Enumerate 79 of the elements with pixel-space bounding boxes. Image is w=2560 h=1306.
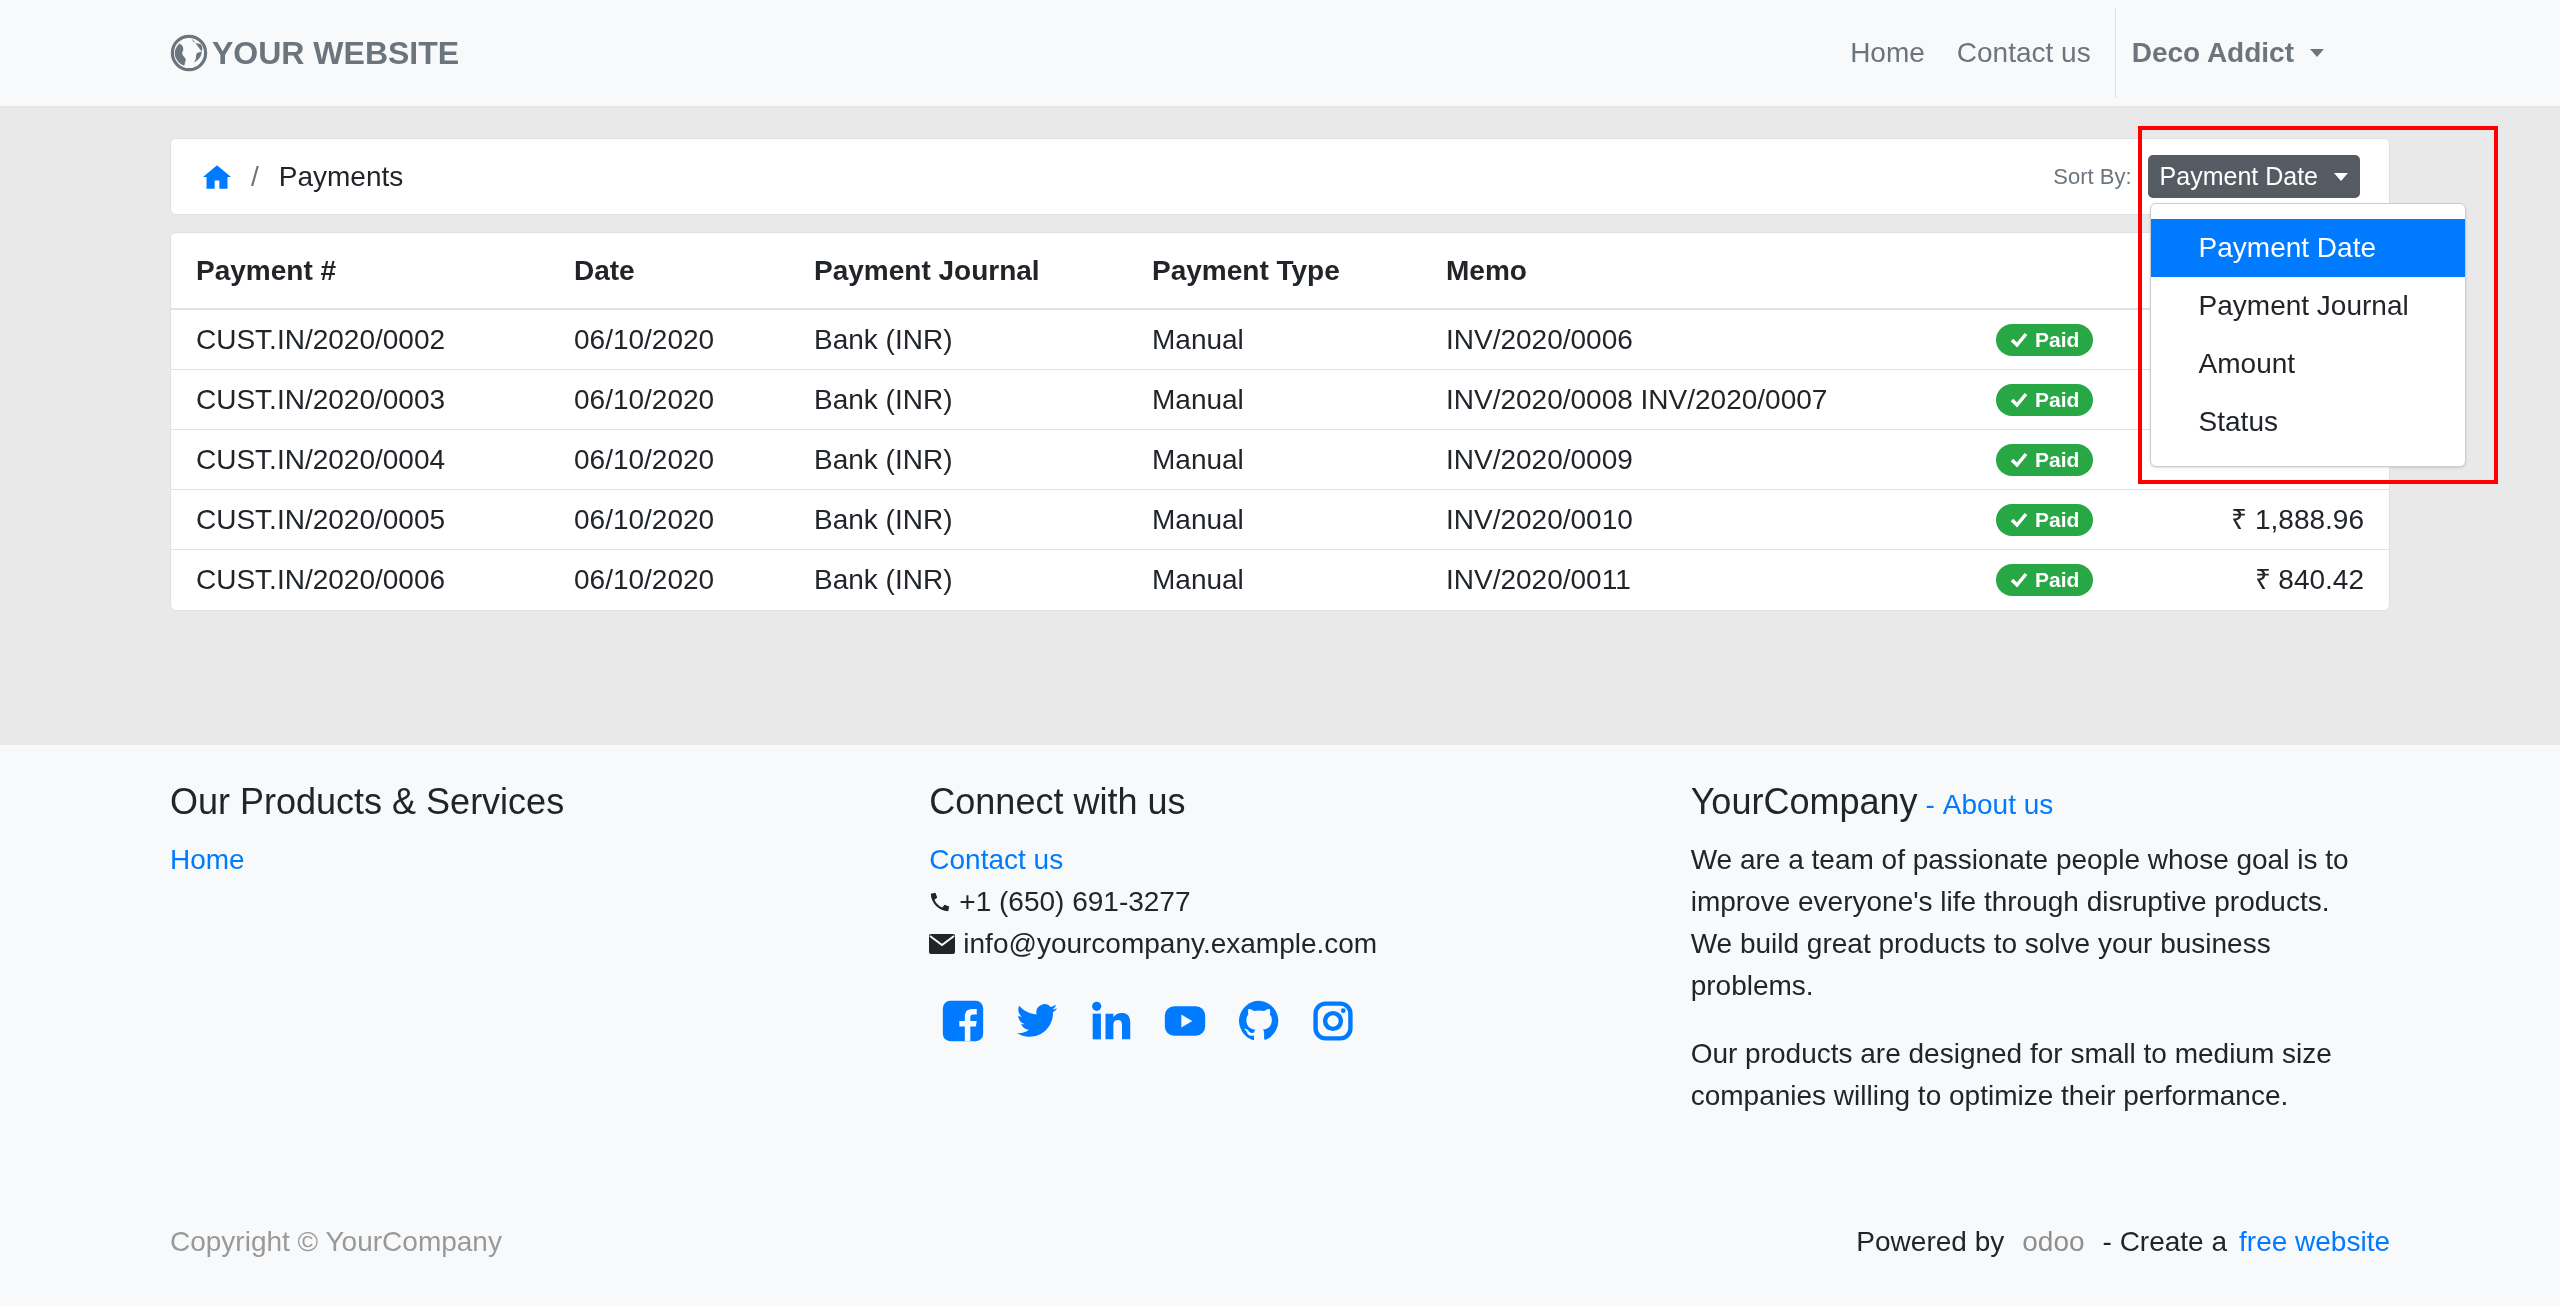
table-cell: 06/10/2020: [574, 503, 715, 535]
sort-dropdown-button[interactable]: Payment Date: [2147, 155, 2360, 198]
table-cell: 06/10/2020: [574, 383, 715, 415]
footer-heading: Connect with us: [929, 780, 1187, 824]
home-icon[interactable]: [203, 163, 231, 190]
table-cell: Manual: [1152, 323, 1244, 355]
envelope-icon: [929, 934, 956, 954]
check-icon: [2010, 572, 2028, 588]
footer-heading: Our Products & Services: [170, 780, 566, 824]
status-badge: Paid: [1996, 443, 2094, 476]
amount-cell: ₹ 1,888.96: [2231, 503, 2364, 535]
table-cell: Manual: [1152, 383, 1244, 415]
table-cell: CUST.IN/2020/0006: [196, 564, 446, 595]
column-header: Payment Journal: [814, 254, 1040, 286]
table-cell: Bank (INR): [814, 564, 953, 595]
table-cell: INV/2020/0008 INV/2020/0007: [1446, 383, 1828, 415]
user-menu[interactable]: Deco Addict: [2115, 32, 2340, 74]
table-cell: INV/2020/0011: [1446, 564, 1631, 595]
table-cell: Manual: [1152, 503, 1244, 535]
footer-heading: YourCompany: [1690, 780, 1918, 824]
caret-icon: [2334, 172, 2348, 181]
table-cell: CUST.IN/2020/0002: [196, 323, 446, 355]
amount-cell: ₹ 840.42: [2254, 564, 2364, 595]
nav-link[interactable]: Contact us: [1940, 32, 2107, 74]
status-badge: Paid: [1996, 383, 2094, 416]
table-cell: Bank (INR): [814, 383, 953, 415]
check-icon: [2010, 331, 2028, 348]
copyright-text: Copyright © YourCompany: [170, 1225, 502, 1259]
instagram-icon[interactable]: [1311, 999, 1356, 1043]
dropdown-item[interactable]: Payment Journal: [2150, 277, 2465, 335]
table-cell: CUST.IN/2020/0003: [196, 383, 446, 415]
column-header: Payment #: [196, 254, 337, 286]
globe-icon: [170, 34, 208, 72]
caret-icon: [2310, 49, 2324, 57]
table-cell: Manual: [1152, 564, 1244, 595]
table-cell: INV/2020/0010: [1446, 503, 1633, 535]
table-cell: INV/2020/0006: [1446, 323, 1633, 355]
column-header: Payment Type: [1152, 254, 1340, 286]
check-icon: [2010, 451, 2028, 468]
footer-link[interactable]: Home: [170, 839, 884, 881]
status-badge: Paid: [1996, 564, 2094, 596]
powered-by-text: Powered by: [1856, 1225, 2005, 1259]
dropdown-item[interactable]: Amount: [2150, 335, 2465, 393]
nav-link[interactable]: Home: [1834, 32, 1941, 74]
email-address: info@yourcompany.example.com: [963, 927, 1378, 961]
company-description: Our products are designed for small to medium size companies willing to optimize their performance.: [1690, 1037, 2333, 1113]
company-description: We are a team of passionate people whose goal is to improve everyone's life through disruptive products. We build great products to solve your business problems.: [1690, 843, 2350, 1003]
sort-label: Sort By:: [2053, 163, 2132, 191]
table-cell: 06/10/2020: [574, 564, 715, 595]
logo-text: YOUR WEBSITE: [212, 34, 460, 73]
breadcrumb-separator: /: [251, 159, 259, 194]
odoo-logo[interactable]: odoo: [2022, 1221, 2085, 1263]
site-logo[interactable]: YOUR WEBSITE: [170, 29, 460, 77]
table-cell: Bank (INR): [814, 443, 953, 475]
phone-icon: [929, 891, 952, 913]
separator-text: -: [1925, 788, 1935, 822]
status-badge: Paid: [1996, 323, 2094, 356]
phone-number: +1 (650) 691-3277: [959, 885, 1191, 919]
check-icon: [2010, 511, 2028, 528]
status-badge: Paid: [1996, 503, 2094, 536]
free-website-link[interactable]: free website: [2239, 1221, 2390, 1263]
column-header: Memo: [1446, 254, 1527, 286]
facebook-icon[interactable]: [941, 999, 986, 1043]
table-cell: Bank (INR): [814, 503, 953, 535]
table-cell: CUST.IN/2020/0005: [196, 503, 446, 535]
dropdown-item[interactable]: Payment Date: [2150, 219, 2465, 277]
check-icon: [2010, 391, 2028, 408]
footer-link[interactable]: Contact us: [929, 839, 1637, 881]
table-cell: 06/10/2020: [574, 443, 715, 475]
dropdown-item[interactable]: Status: [2150, 393, 2465, 451]
about-link[interactable]: About us: [1942, 784, 2054, 826]
table-cell: 06/10/2020: [574, 323, 715, 355]
table-cell: INV/2020/0009: [1446, 443, 1633, 475]
create-text: - Create a: [2102, 1225, 2228, 1259]
table-cell: Manual: [1152, 443, 1244, 475]
column-header: Date: [574, 254, 635, 286]
table-cell: Bank (INR): [814, 323, 953, 355]
breadcrumb-current: Payments: [278, 159, 404, 194]
table-cell: CUST.IN/2020/0004: [196, 443, 446, 475]
